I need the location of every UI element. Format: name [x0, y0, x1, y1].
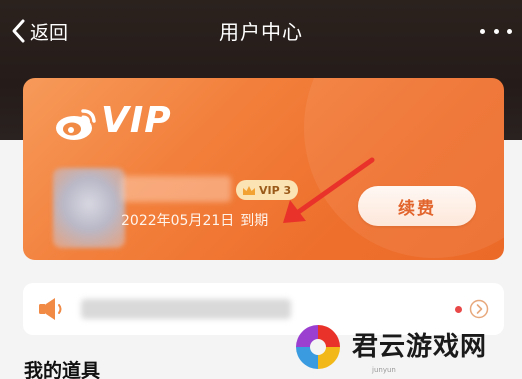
vip-card: VIP VIP 3 2022年05月21日 到期 续费 [23, 78, 504, 260]
page-title: 用户中心 [219, 20, 303, 44]
vip-logo-text: VIP [101, 100, 172, 141]
back-button[interactable]: 返回 [8, 14, 68, 48]
vip-level-badge: VIP 3 [236, 180, 299, 200]
more-dot-icon [507, 28, 512, 34]
watermark-name: 君云游戏网 [352, 332, 488, 362]
chevron-left-icon [12, 19, 25, 43]
expiry-date: 2022年05月21日 到期 [121, 210, 268, 230]
section-title-my-items: 我的道具 [24, 360, 101, 379]
crown-icon [243, 185, 255, 195]
username-redacted [121, 176, 231, 202]
more-dot-icon [493, 28, 499, 34]
expiry-suffix: 到期 [240, 213, 269, 229]
back-label: 返回 [30, 21, 69, 44]
notice-text-redacted [81, 299, 291, 319]
vip-level-label: VIP 3 [259, 183, 292, 197]
speaker-icon [39, 298, 62, 320]
avatar[interactable] [53, 168, 125, 248]
more-dot-icon [480, 28, 485, 34]
site-watermark: 君云游戏网 [292, 318, 517, 376]
weibo-logo-icon [56, 109, 96, 140]
chevron-right-circle-icon[interactable] [469, 299, 489, 319]
user-center-screen: 返回 用户中心 VIP VIP 3 2022年05月21日 到期 续费 我的道具… [0, 0, 522, 379]
watermark-subtext: junyun [372, 366, 396, 374]
more-options-button[interactable] [480, 21, 512, 41]
unread-dot [455, 306, 462, 313]
watermark-logo-icon [296, 325, 340, 369]
expiry-date-value: 2022年05月21日 [121, 213, 235, 229]
renew-button[interactable]: 续费 [358, 186, 476, 226]
